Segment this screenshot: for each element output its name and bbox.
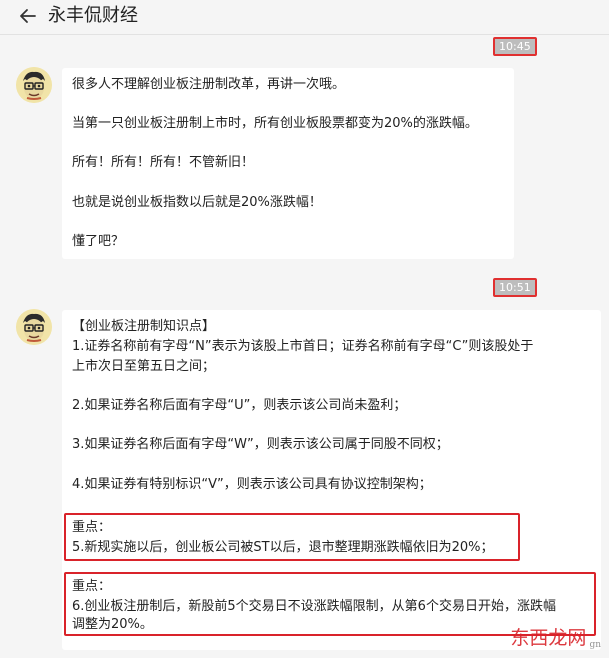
- watermark-text: 东西龙网: [510, 627, 587, 649]
- timestamp: 10:51: [493, 278, 537, 297]
- key-point-line: 6.创业板注册制后，新股前5个交易日不设涨跌幅限制，从第6个交易日开始，涨跌幅: [72, 599, 556, 614]
- back-arrow-icon[interactable]: [18, 6, 38, 26]
- avatar[interactable]: [16, 67, 52, 103]
- message-heading: 【创业板注册制知识点】: [72, 319, 216, 334]
- message-line: 3.如果证券名称后面有字母“W”，则表示该公司属于同股不同权；: [72, 437, 449, 452]
- key-point-label: 重点：: [72, 520, 112, 535]
- avatar-face-icon: [16, 67, 52, 103]
- message-line: 上市次日至第五日之间；: [72, 359, 216, 374]
- key-point-box: 重点： 5.新规实施以后，创业板公司被ST以后，退市整理期涨跌幅依旧为20%；: [64, 513, 520, 561]
- watermark-sub: gn: [589, 640, 601, 650]
- message-line: 1.证券名称前有字母“N”表示为该股上市首日；证券名称前有字母“C”则该股处于: [72, 339, 534, 354]
- message-line: 很多人不理解创业板注册制改革，再讲一次哦。: [72, 77, 346, 92]
- message-line: 当第一只创业板注册制上市时，所有创业板股票都变为20%的涨跌幅。: [72, 116, 478, 131]
- message-line: 懂了吧？: [72, 234, 125, 249]
- message-line: 4.如果证券有特别标识“V”，则表示该公司具有协议控制架构；: [72, 477, 432, 492]
- avatar-face-icon: [16, 309, 52, 345]
- timestamp: 10:45: [493, 37, 537, 56]
- message-bubble: 很多人不理解创业板注册制改革，再讲一次哦。 当第一只创业板注册制上市时，所有创业…: [62, 68, 514, 259]
- message-line: 2.如果证券名称后面有字母“U”，则表示该公司尚未盈利；: [72, 398, 407, 413]
- watermark-logo: 东西龙网 gn: [510, 623, 601, 650]
- message-line: 也就是说创业板指数以后就是20%涨跌幅！: [72, 195, 322, 210]
- page-title: 永丰侃财经: [48, 5, 138, 26]
- key-point-line: 5.新规实施以后，创业板公司被ST以后，退市整理期涨跌幅依旧为20%；: [72, 540, 494, 555]
- chat-header: 永丰侃财经: [0, 0, 609, 35]
- message-line: 所有！所有！所有！不管新旧！: [72, 155, 255, 170]
- key-point-label: 重点：: [72, 579, 112, 594]
- avatar[interactable]: [16, 309, 52, 345]
- key-point-line: 调整为20%。: [72, 617, 153, 632]
